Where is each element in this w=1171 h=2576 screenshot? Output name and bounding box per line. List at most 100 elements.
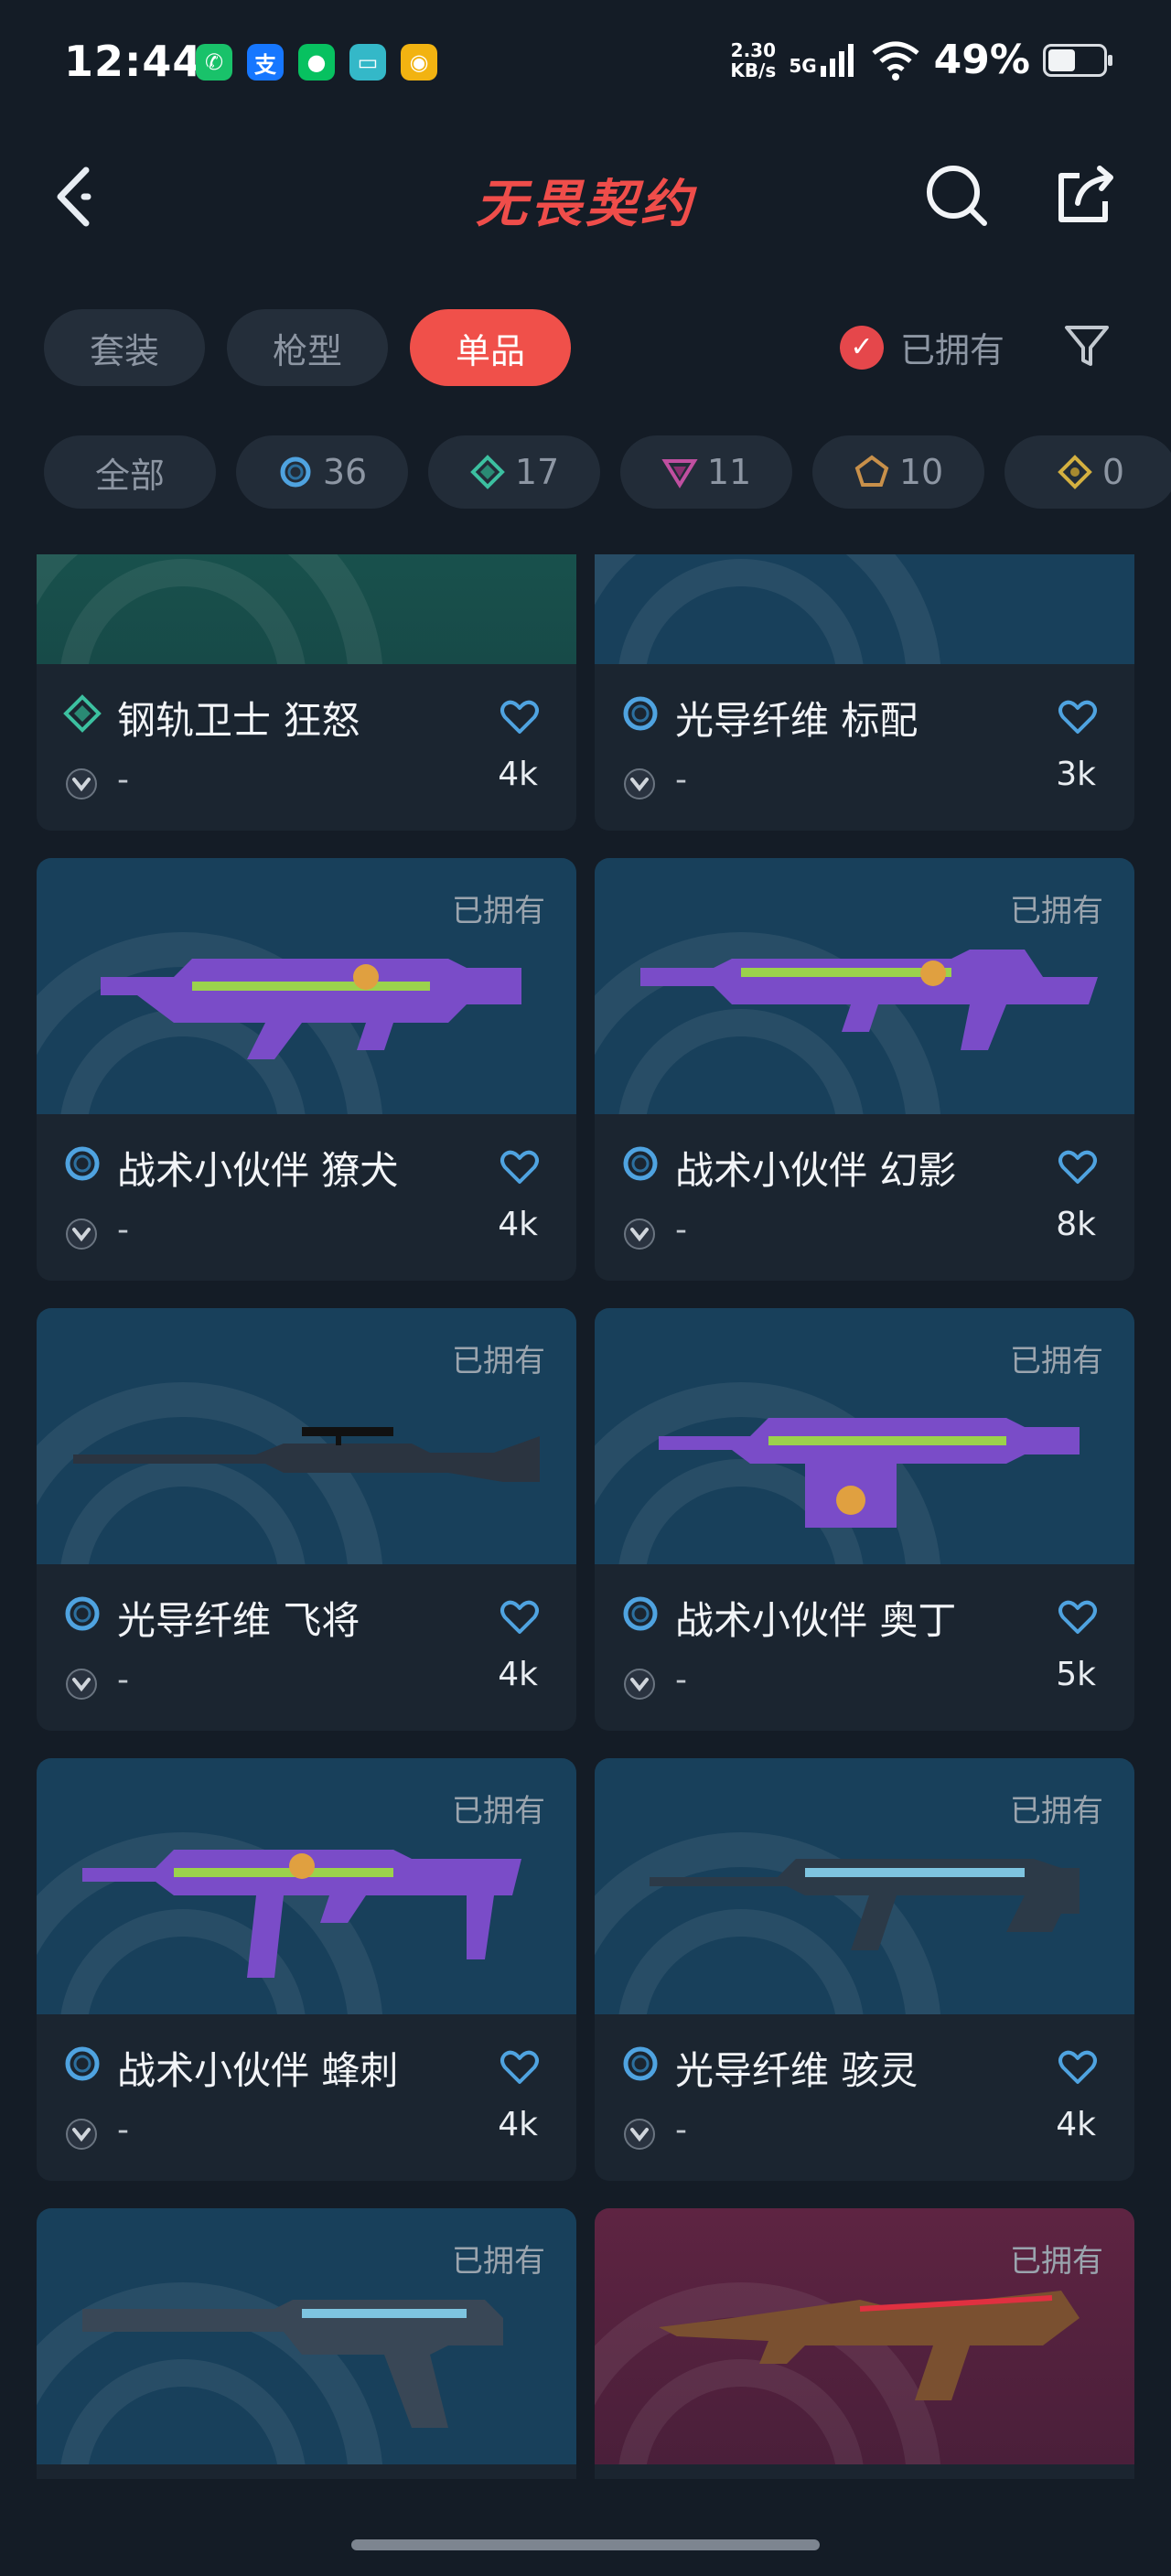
skin-card[interactable]: 已拥有 战术小伙伴 獠犬 - 4k — [37, 858, 576, 1281]
skin-card[interactable]: 已拥有 战术小伙伴 蜂刺 - 4k — [37, 1758, 576, 2181]
like-count: 4k — [498, 756, 538, 793]
skin-thumbnail — [37, 554, 576, 664]
tab-bundles[interactable]: 套装 — [44, 309, 206, 386]
net-speed: 2.30 KB/s — [730, 38, 777, 81]
skin-name: 钢轨卫士 狂怒 — [117, 698, 360, 743]
chip-ultra-tier[interactable]: 0 — [1004, 435, 1171, 509]
card-info: 战术小伙伴 奥丁 - 5k — [595, 1564, 1134, 1731]
like-count: 3k — [1056, 756, 1096, 793]
heart-icon[interactable] — [500, 1149, 540, 1186]
signal-icon: 5G — [789, 43, 856, 77]
owned-badge: 已拥有 — [452, 1793, 545, 1830]
battery-percent: 49% — [933, 37, 1030, 83]
skin-name: 战术小伙伴 蜂刺 — [117, 2048, 399, 2093]
skin-card[interactable]: 已拥有 战术小伙伴 奥丁 - 5k — [595, 1308, 1134, 1731]
heart-icon[interactable] — [1058, 1599, 1098, 1636]
alipay-icon: 支 — [247, 44, 284, 80]
select-tier-icon — [65, 2046, 100, 2081]
like-count: 4k — [498, 1656, 538, 1693]
level-icon — [624, 2119, 655, 2150]
category-tabs: 套装 枪型 单品 — [44, 309, 572, 386]
exclusive-tier-icon — [854, 455, 889, 487]
select-tier-icon — [623, 1146, 658, 1181]
skin-thumbnail: 已拥有 — [37, 1758, 576, 2014]
like-count: 5k — [1056, 1656, 1096, 1693]
heart-icon[interactable] — [1058, 1149, 1098, 1186]
phone-app-icon: ✆ — [196, 44, 232, 80]
skin-thumbnail: 已拥有 — [595, 858, 1134, 1114]
status-bar: 12:44 ✆ 支 ● ▭ ◉ 2.30 KB/s 5G 49% — [0, 0, 1171, 128]
app-header: 无畏契约 — [0, 146, 1171, 247]
like-count: 8k — [1056, 1206, 1096, 1243]
skin-card[interactable]: 光导纤维 标配 - 3k — [595, 554, 1134, 831]
owned-badge: 已拥有 — [1010, 893, 1103, 929]
heart-icon[interactable] — [500, 1599, 540, 1636]
card-info: 战术小伙伴 蜂刺 - 4k — [37, 2014, 576, 2181]
heart-icon[interactable] — [1058, 2049, 1098, 2086]
skin-card[interactable]: 已拥有 光导纤维 骇灵 - 4k — [595, 1758, 1134, 2181]
skin-card[interactable]: 已拥有 光导纤维 飞将 - 4k — [37, 1308, 576, 1731]
level-value: - — [675, 2111, 687, 2149]
owned-badge: 已拥有 — [452, 1343, 545, 1379]
owned-badge: 已拥有 — [1010, 2243, 1103, 2280]
level-value: - — [117, 761, 129, 799]
card-info — [37, 2464, 576, 2479]
owned-filter-label: 已拥有 — [900, 330, 1005, 370]
skin-thumbnail: 已拥有 — [37, 858, 576, 1114]
skin-thumbnail: 已拥有 — [37, 1308, 576, 1564]
chip-select-tier[interactable]: 36 — [236, 435, 408, 509]
owned-badge: 已拥有 — [452, 2243, 545, 2280]
skin-thumbnail — [595, 554, 1134, 664]
skin-name: 光导纤维 飞将 — [117, 1598, 360, 1643]
level-icon — [66, 2119, 97, 2150]
skin-card[interactable]: 已拥有 战术小伙伴 幻影 - 8k — [595, 858, 1134, 1281]
level-value: - — [675, 1661, 687, 1699]
skin-name: 战术小伙伴 奥丁 — [675, 1598, 957, 1643]
skin-thumbnail: 已拥有 — [37, 2208, 576, 2464]
level-icon — [66, 768, 97, 800]
skin-name: 光导纤维 标配 — [675, 698, 919, 743]
select-tier-icon — [65, 1596, 100, 1631]
chip-all[interactable]: 全部 — [44, 435, 216, 509]
level-value: - — [675, 1211, 687, 1249]
skin-thumbnail: 已拥有 — [595, 1308, 1134, 1564]
chip-exclusive-tier[interactable]: 10 — [812, 435, 984, 509]
owned-filter-toggle[interactable]: ✓ 已拥有 — [840, 322, 1004, 372]
card-info: 钢轨卫士 狂怒 - 4k — [37, 664, 576, 831]
filter-icon[interactable] — [1061, 320, 1112, 371]
wechat-icon: ● — [298, 44, 335, 80]
card-info: 光导纤维 标配 - 3k — [595, 664, 1134, 831]
skin-card[interactable]: 已拥有 — [595, 2208, 1134, 2479]
weapon-image — [622, 554, 1107, 628]
heart-icon[interactable] — [1058, 699, 1098, 735]
weapon-image — [64, 554, 549, 628]
level-value: - — [117, 1661, 129, 1699]
premium-tier-icon — [661, 459, 698, 488]
chip-premium-tier[interactable]: 11 — [620, 435, 792, 509]
rarity-filter-bar: 全部 36 17 11 10 0 — [44, 435, 1171, 512]
heart-icon[interactable] — [500, 699, 540, 735]
level-icon — [624, 1218, 655, 1250]
skin-card[interactable]: 钢轨卫士 狂怒 - 4k — [37, 554, 576, 831]
skin-name: 战术小伙伴 幻影 — [675, 1148, 957, 1193]
like-count: 4k — [498, 1206, 538, 1243]
card-info: 战术小伙伴 幻影 - 8k — [595, 1114, 1134, 1281]
search-icon[interactable] — [920, 159, 994, 232]
tab-single-items[interactable]: 单品 — [410, 309, 572, 386]
skin-card[interactable]: 已拥有 — [37, 2208, 576, 2479]
select-tier-icon — [623, 2046, 658, 2081]
like-count: 4k — [1056, 2106, 1096, 2143]
gallery-icon: ◉ — [401, 44, 437, 80]
skin-name: 光导纤维 骇灵 — [675, 2048, 919, 2093]
share-icon[interactable] — [1050, 159, 1123, 232]
heart-icon[interactable] — [500, 2049, 540, 2086]
checkmark-icon: ✓ — [840, 325, 884, 370]
home-indicator[interactable] — [351, 2539, 820, 2550]
level-icon — [66, 1669, 97, 1700]
skin-name: 战术小伙伴 獠犬 — [117, 1148, 399, 1193]
select-tier-icon — [623, 1596, 658, 1631]
chip-deluxe-tier[interactable]: 17 — [428, 435, 600, 509]
messages-icon: ▭ — [349, 44, 386, 80]
status-time: 12:44 — [64, 37, 203, 86]
tab-weapon-type[interactable]: 枪型 — [227, 309, 389, 386]
